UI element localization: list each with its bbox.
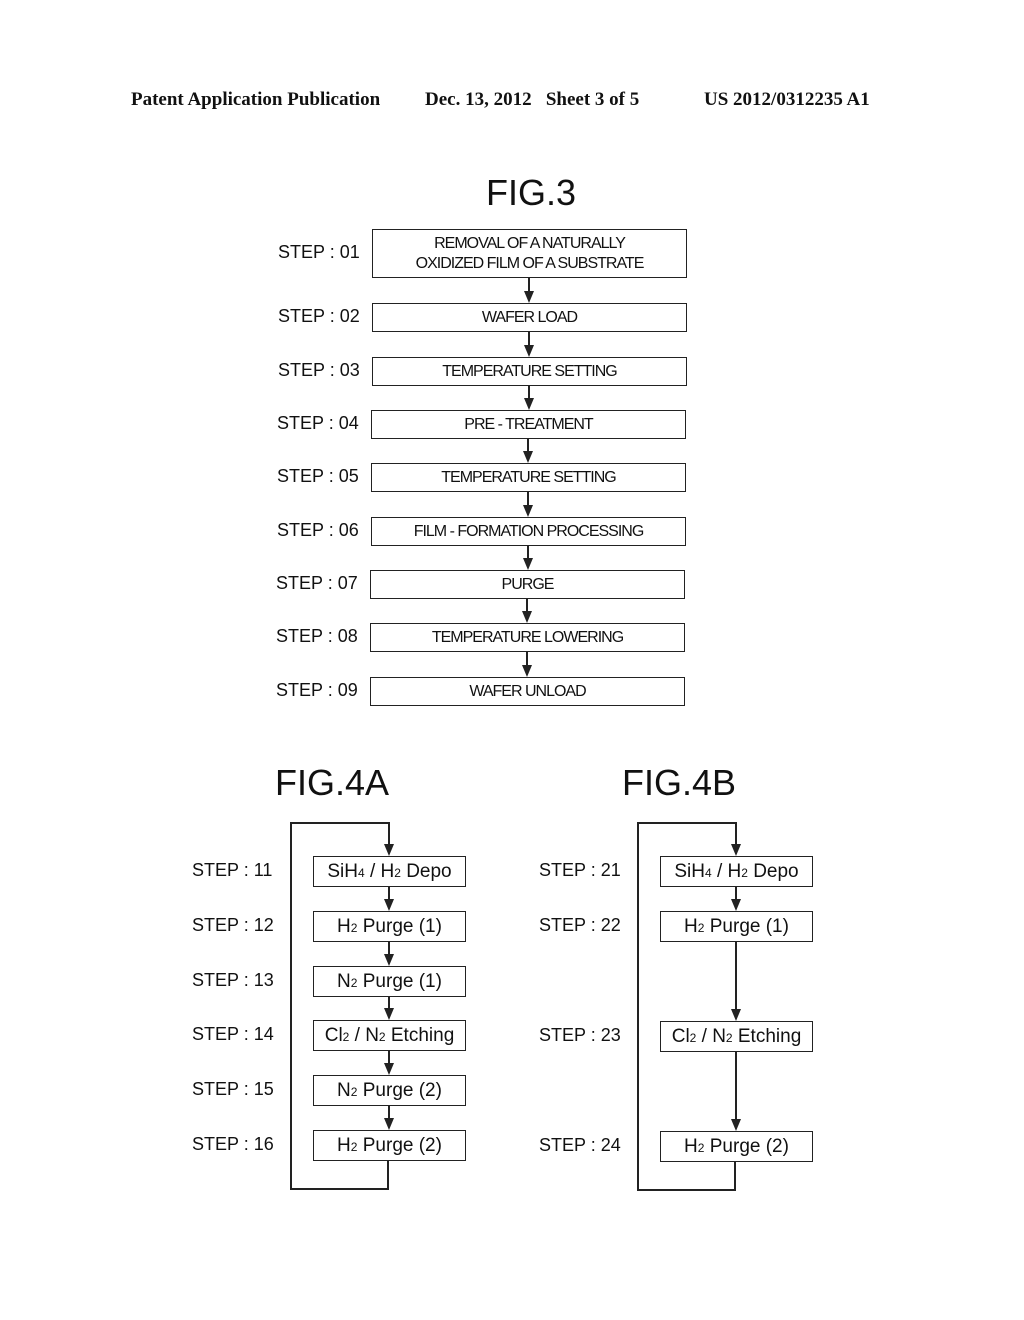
fig4b-step-text: SiH4 / H2 Depo: [674, 860, 799, 882]
fig3-step-box: TEMPERATURE SETTING: [371, 463, 686, 492]
fig3-arrow-head: [524, 345, 534, 357]
fig4a-step-box: H2 Purge (2): [313, 1130, 466, 1161]
fig4b-step-label: STEP : 24: [539, 1135, 621, 1155]
fig4b-loop-arrow-line: [735, 822, 737, 845]
fig3-arrow-head: [522, 665, 532, 677]
fig4a-step-label: STEP : 14: [192, 1024, 274, 1044]
fig4a-arrow-head: [384, 899, 394, 911]
fig4b-step-text: H2 Purge (2): [684, 1135, 789, 1157]
fig4a-loop-bottom: [290, 1188, 389, 1190]
fig4a-step-label: STEP : 15: [192, 1079, 274, 1099]
fig4b-loop-left: [637, 822, 639, 1189]
fig4b-arrow-line: [735, 1052, 737, 1120]
fig3-arrow-head: [522, 611, 532, 623]
fig4a-arrow-head: [384, 1008, 394, 1020]
fig3-arrow-head: [524, 398, 534, 410]
fig3-step-label: STEP : 06: [277, 519, 359, 540]
fig3-step-text: TEMPERATURE SETTING: [441, 468, 616, 486]
fig3-step-box: FILM - FORMATION PROCESSING: [371, 517, 686, 546]
fig4a-step-text: N2 Purge (2): [337, 1079, 442, 1101]
fig3-step-box: TEMPERATURE LOWERING: [370, 623, 685, 652]
fig3-arrow-line: [528, 278, 530, 292]
fig4b-step-text: H2 Purge (1): [684, 915, 789, 937]
fig4a-step-text: Cl2 / N2 Etching: [324, 1024, 455, 1046]
fig4a-step-text: N2 Purge (1): [337, 970, 442, 992]
fig4b-step-box: H2 Purge (1): [660, 911, 813, 942]
fig4b-title: FIG.4B: [622, 762, 737, 803]
fig3-step-text: WAFER LOAD: [481, 308, 578, 326]
fig4a-loop-arrow-head: [384, 844, 394, 856]
fig4a-loop-left: [290, 822, 292, 1188]
fig3-step-box: REMOVAL OF A NATURALLY OXIDIZED FILM OF A…: [372, 229, 687, 278]
fig4b-loop-arrow-head: [731, 844, 741, 856]
publication-title: Patent Application Publication: [131, 89, 381, 110]
fig3-step-box: WAFER UNLOAD: [370, 677, 685, 706]
fig3-step-text: TEMPERATURE SETTING: [442, 362, 617, 380]
fig3-arrow-line: [527, 492, 529, 506]
fig4a-step-box: H2 Purge (1): [313, 911, 466, 942]
fig3-step-text: REMOVAL OF A NATURALLY: [434, 234, 626, 252]
fig3-step-box: PURGE: [370, 570, 685, 599]
fig3-step-text: WAFER UNLOAD: [469, 682, 586, 700]
publication-number: US 2012/0312235 A1: [704, 89, 870, 110]
fig4a-loop-return: [387, 1160, 389, 1190]
fig3-step-label: STEP : 01: [278, 241, 360, 262]
fig3-step-label: STEP : 07: [276, 572, 358, 593]
fig3-step-label: STEP : 04: [277, 412, 359, 433]
fig3-step-label: STEP : 08: [276, 625, 358, 646]
fig3-step-label: STEP : 05: [277, 465, 359, 486]
fig4a-step-label: STEP : 16: [192, 1134, 274, 1154]
fig4a-step-label: STEP : 13: [192, 970, 274, 990]
fig4b-arrow-head: [731, 1119, 741, 1131]
fig4a-title: FIG.4A: [275, 762, 390, 803]
fig4a-step-box: N2 Purge (2): [313, 1075, 466, 1106]
fig3-arrow-head: [523, 558, 533, 570]
fig3-title: FIG.3: [486, 172, 577, 213]
fig3-arrow-head: [523, 451, 533, 463]
fig3-step-text: TEMPERATURE LOWERING: [431, 628, 624, 646]
fig3-arrow-head: [524, 291, 534, 303]
fig4b-step-label: STEP : 22: [539, 915, 621, 935]
fig4b-step-box: Cl2 / N2 Etching: [660, 1021, 813, 1052]
fig4a-step-text: H2 Purge (1): [337, 915, 442, 937]
fig4a-arrow-head: [384, 1063, 394, 1075]
fig4b-step-label: STEP : 21: [539, 860, 621, 880]
fig4b-loop-top: [637, 822, 737, 824]
fig3-step-text: OXIDIZED FILM OF A SUBSTRATE: [415, 254, 645, 272]
fig4a-loop-arrow-line: [388, 822, 390, 845]
fig4a-step-box: Cl2 / N2 Etching: [313, 1020, 466, 1051]
fig3-step-label: STEP : 02: [278, 305, 360, 326]
fig3-step-box: TEMPERATURE SETTING: [372, 357, 687, 386]
fig4b-loop-return: [734, 1161, 736, 1191]
fig3-step-text: PURGE: [501, 575, 555, 593]
fig4a-step-box: SiH4 / H2 Depo: [313, 856, 466, 887]
fig4a-arrow-head: [384, 954, 394, 966]
fig3-step-text: PRE - TREATMENT: [464, 415, 593, 433]
fig4b-arrow-line: [735, 942, 737, 1010]
fig3-step-label: STEP : 03: [278, 359, 360, 380]
publication-date-sheet: Dec. 13, 2012 Sheet 3 of 5: [425, 89, 640, 110]
fig4b-step-label: STEP : 23: [539, 1025, 621, 1045]
fig4b-arrow-head: [731, 1009, 741, 1021]
fig4b-loop-bottom: [637, 1189, 736, 1191]
fig4a-step-label: STEP : 11: [192, 860, 273, 880]
fig4a-step-text: H2 Purge (2): [337, 1134, 442, 1156]
fig3-arrow-line: [526, 652, 528, 666]
fig3-arrow-head: [523, 505, 533, 517]
fig4b-arrow-head: [731, 899, 741, 911]
fig3-step-text: FILM - FORMATION PROCESSING: [413, 522, 645, 540]
fig4a-step-box: N2 Purge (1): [313, 966, 466, 997]
fig4b-step-box: H2 Purge (2): [660, 1131, 813, 1162]
fig4b-step-text: Cl2 / N2 Etching: [671, 1025, 802, 1047]
fig4a-arrow-head: [384, 1118, 394, 1130]
fig3-step-label: STEP : 09: [276, 679, 358, 700]
fig4a-step-text: SiH4 / H2 Depo: [327, 860, 452, 882]
fig3-arrow-line: [528, 332, 530, 346]
fig4b-step-box: SiH4 / H2 Depo: [660, 856, 813, 887]
fig4a-loop-top: [290, 822, 390, 824]
fig3-step-box: WAFER LOAD: [372, 303, 687, 332]
fig3-step-box: PRE - TREATMENT: [371, 410, 686, 439]
fig4a-step-label: STEP : 12: [192, 915, 274, 935]
